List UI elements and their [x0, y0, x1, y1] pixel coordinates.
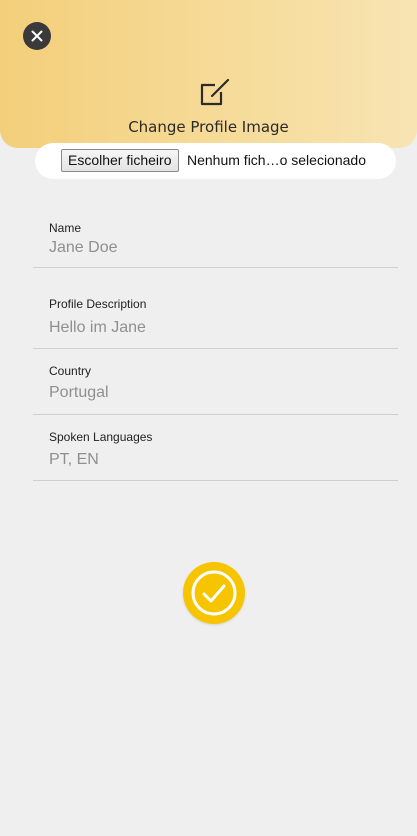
file-picker: Escolher ficheiro Nenhum fich…o selecion… [35, 143, 396, 179]
profile-description-input[interactable]: Hello im Jane [49, 319, 146, 337]
spoken-languages-label: Spoken Languages [49, 430, 153, 444]
close-button[interactable] [23, 22, 51, 50]
edit-square-icon[interactable] [198, 79, 230, 107]
profile-description-field[interactable]: Profile Description Hello im Jane [33, 290, 398, 349]
change-profile-image-label[interactable]: Change Profile Image [0, 118, 417, 136]
name-field[interactable]: Name Jane Doe [33, 212, 398, 268]
confirm-button[interactable] [183, 562, 245, 624]
name-label: Name [49, 221, 82, 235]
profile-header: Change Profile Image [0, 0, 417, 148]
country-label: Country [49, 364, 92, 378]
close-icon [31, 30, 43, 42]
choose-file-button[interactable]: Escolher ficheiro [61, 149, 179, 172]
name-input[interactable]: Jane Doe [49, 239, 118, 257]
profile-description-label: Profile Description [49, 297, 147, 311]
spoken-languages-input[interactable]: PT, EN [49, 451, 99, 469]
country-input[interactable]: Portugal [49, 384, 109, 402]
spoken-languages-field[interactable]: Spoken Languages PT, EN [33, 422, 398, 481]
check-circle-icon [191, 570, 237, 616]
file-status-text: Nenhum fich…o selecionado [187, 152, 366, 168]
country-field[interactable]: Country Portugal [33, 356, 398, 415]
